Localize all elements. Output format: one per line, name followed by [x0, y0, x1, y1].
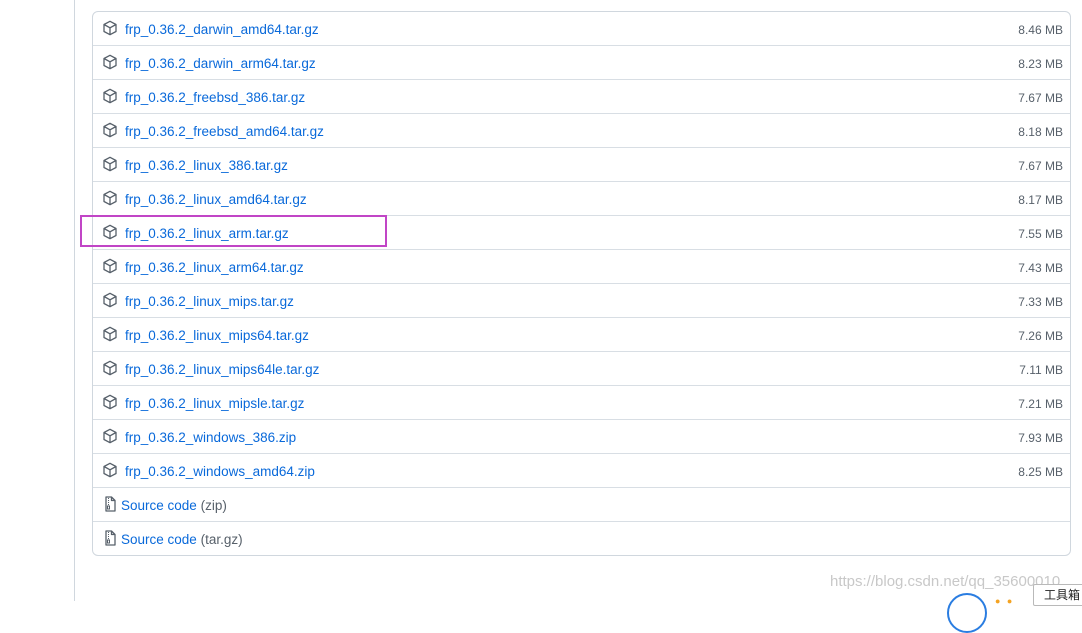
asset-size: 7.67 MB	[1018, 91, 1063, 105]
asset-row: frp_0.36.2_freebsd_amd64.tar.gz 8.18 MB	[93, 113, 1070, 147]
asset-size: 8.46 MB	[1018, 23, 1063, 37]
asset-link[interactable]: frp_0.36.2_linux_amd64.tar.gz	[125, 191, 307, 208]
asset-size: 8.25 MB	[1018, 465, 1063, 479]
asset-link[interactable]: frp_0.36.2_darwin_arm64.tar.gz	[125, 55, 316, 72]
asset-size: 8.18 MB	[1018, 125, 1063, 139]
source-code-row: Source code (zip)	[93, 487, 1070, 521]
dots-icon: ● ●	[995, 596, 1015, 606]
package-icon	[102, 190, 118, 206]
asset-link[interactable]: frp_0.36.2_linux_arm64.tar.gz	[125, 259, 304, 276]
source-code-zip-link[interactable]: Source code (zip)	[121, 497, 227, 514]
source-code-ext: (zip)	[200, 498, 227, 513]
package-icon	[102, 122, 118, 138]
package-icon	[102, 156, 118, 172]
asset-link[interactable]: frp_0.36.2_darwin_amd64.tar.gz	[125, 21, 319, 38]
source-code-targz-link[interactable]: Source code (tar.gz)	[121, 531, 243, 548]
package-icon	[102, 88, 118, 104]
package-icon	[102, 360, 118, 376]
asset-row: frp_0.36.2_linux_arm64.tar.gz 7.43 MB	[93, 249, 1070, 283]
package-icon	[102, 224, 118, 240]
asset-size: 7.33 MB	[1018, 295, 1063, 309]
source-code-label: Source code	[121, 532, 197, 547]
asset-link[interactable]: frp_0.36.2_linux_386.tar.gz	[125, 157, 288, 174]
asset-link[interactable]: frp_0.36.2_linux_mips64.tar.gz	[125, 327, 309, 344]
asset-link[interactable]: frp_0.36.2_linux_arm.tar.gz	[125, 225, 289, 242]
asset-size: 7.11 MB	[1019, 363, 1063, 377]
asset-row-highlighted: frp_0.36.2_linux_arm.tar.gz 7.55 MB	[93, 215, 1070, 249]
asset-row: frp_0.36.2_linux_mips64le.tar.gz 7.11 MB	[93, 351, 1070, 385]
toolbox-button[interactable]: 工具箱	[1033, 584, 1082, 606]
asset-size: 7.55 MB	[1018, 227, 1063, 241]
package-icon	[102, 394, 118, 410]
asset-row: frp_0.36.2_windows_386.zip 7.93 MB	[93, 419, 1070, 453]
source-code-label: Source code	[121, 498, 197, 513]
asset-size: 7.93 MB	[1018, 431, 1063, 445]
asset-row: frp_0.36.2_linux_mipsle.tar.gz 7.21 MB	[93, 385, 1070, 419]
asset-size: 8.23 MB	[1018, 57, 1063, 71]
package-icon	[102, 20, 118, 36]
package-icon	[102, 326, 118, 342]
source-code-ext: (tar.gz)	[200, 532, 243, 547]
asset-size: 7.21 MB	[1018, 397, 1063, 411]
asset-row: frp_0.36.2_windows_amd64.zip 8.25 MB	[93, 453, 1070, 487]
asset-row: frp_0.36.2_linux_386.tar.gz 7.67 MB	[93, 147, 1070, 181]
package-icon	[102, 462, 118, 478]
source-code-row: Source code (tar.gz)	[93, 521, 1070, 555]
asset-link[interactable]: frp_0.36.2_windows_386.zip	[125, 429, 296, 446]
asset-row: frp_0.36.2_linux_mips.tar.gz 7.33 MB	[93, 283, 1070, 317]
asset-link[interactable]: frp_0.36.2_linux_mips.tar.gz	[125, 293, 294, 310]
asset-row: frp_0.36.2_darwin_amd64.tar.gz 8.46 MB	[93, 12, 1070, 45]
asset-row: frp_0.36.2_darwin_arm64.tar.gz 8.23 MB	[93, 45, 1070, 79]
floating-circle-icon[interactable]	[947, 593, 987, 633]
asset-size: 7.67 MB	[1018, 159, 1063, 173]
release-assets-list: frp_0.36.2_darwin_amd64.tar.gz 8.46 MB f…	[92, 11, 1071, 556]
file-zip-icon	[102, 530, 118, 546]
asset-row: frp_0.36.2_freebsd_386.tar.gz 7.67 MB	[93, 79, 1070, 113]
package-icon	[102, 258, 118, 274]
left-divider	[74, 0, 75, 601]
package-icon	[102, 428, 118, 444]
file-zip-icon	[102, 496, 118, 512]
asset-link[interactable]: frp_0.36.2_freebsd_amd64.tar.gz	[125, 123, 324, 140]
package-icon	[102, 292, 118, 308]
asset-size: 7.43 MB	[1018, 261, 1063, 275]
asset-link[interactable]: frp_0.36.2_linux_mipsle.tar.gz	[125, 395, 304, 412]
asset-row: frp_0.36.2_linux_mips64.tar.gz 7.26 MB	[93, 317, 1070, 351]
package-icon	[102, 54, 118, 70]
asset-link[interactable]: frp_0.36.2_freebsd_386.tar.gz	[125, 89, 305, 106]
asset-link[interactable]: frp_0.36.2_linux_mips64le.tar.gz	[125, 361, 319, 378]
asset-row: frp_0.36.2_linux_amd64.tar.gz 8.17 MB	[93, 181, 1070, 215]
watermark-text: https://blog.csdn.net/qq_35600010	[830, 573, 1061, 590]
asset-size: 7.26 MB	[1018, 329, 1063, 343]
asset-link[interactable]: frp_0.36.2_windows_amd64.zip	[125, 463, 315, 480]
asset-size: 8.17 MB	[1018, 193, 1063, 207]
